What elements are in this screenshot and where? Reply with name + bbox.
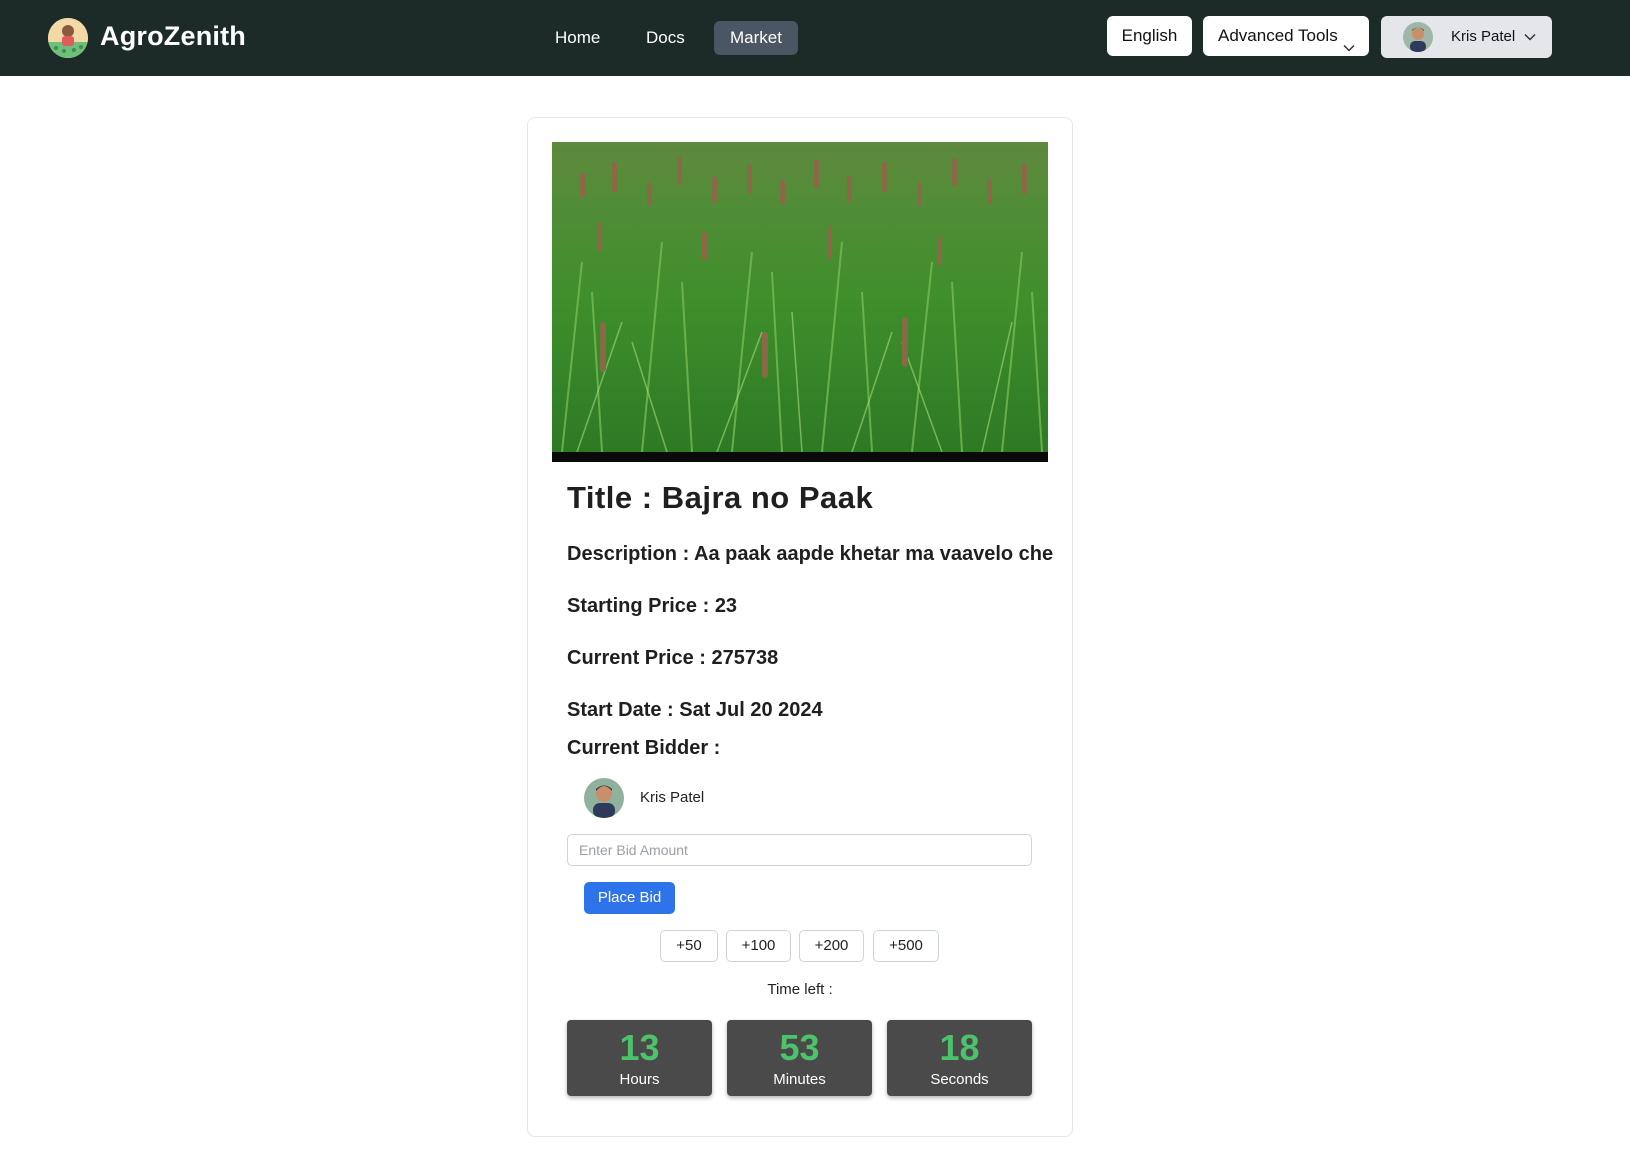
current-price: Current Price : 275738 bbox=[567, 647, 779, 669]
increment-200-button[interactable]: +200 bbox=[799, 930, 864, 962]
nav-docs[interactable]: Docs bbox=[630, 21, 701, 55]
crop-photo bbox=[552, 142, 1048, 462]
start-date: Start Date : Sat Jul 20 2024 bbox=[567, 699, 823, 721]
farmer-logo-icon[interactable] bbox=[48, 18, 88, 58]
advanced-tools-label: Advanced Tools bbox=[1218, 26, 1338, 45]
listing-description: Description : Aa paak aapde khetar ma va… bbox=[567, 543, 1054, 565]
minutes-label: Minutes bbox=[773, 1071, 826, 1088]
countdown-minutes: 53 Minutes bbox=[727, 1020, 872, 1096]
place-bid-button[interactable]: Place Bid bbox=[584, 882, 675, 914]
time-left-label: Time left : bbox=[767, 981, 833, 998]
starting-price: Starting Price : 23 bbox=[567, 595, 738, 617]
listing-title: Title : Bajra no Paak bbox=[567, 480, 874, 515]
minutes-value: 53 bbox=[779, 1027, 820, 1068]
chevron-down-icon bbox=[1524, 30, 1536, 48]
user-menu-button[interactable]: Kris Patel bbox=[1381, 16, 1552, 58]
brand-name[interactable]: AgroZenith bbox=[100, 21, 246, 52]
seconds-label: Seconds bbox=[930, 1071, 989, 1088]
nav-home[interactable]: Home bbox=[539, 21, 616, 55]
bidder-avatar-icon bbox=[584, 778, 624, 818]
user-avatar-icon bbox=[1403, 22, 1433, 52]
language-button[interactable]: English bbox=[1107, 16, 1192, 56]
top-navbar: AgroZenith Home Docs Market English Adva… bbox=[0, 0, 1630, 76]
advanced-tools-dropdown[interactable]: Advanced Tools bbox=[1203, 16, 1369, 56]
hours-label: Hours bbox=[619, 1071, 660, 1088]
current-bidder-label: Current Bidder : bbox=[567, 737, 721, 759]
chevron-down-icon bbox=[1343, 29, 1355, 69]
increment-500-button[interactable]: +500 bbox=[873, 930, 939, 962]
current-bidder-name: Kris Patel bbox=[640, 789, 705, 806]
increment-50-button[interactable]: +50 bbox=[660, 930, 718, 962]
bid-amount-input[interactable] bbox=[567, 834, 1032, 866]
countdown-hours: 13 Hours bbox=[567, 1020, 712, 1096]
nav-market[interactable]: Market bbox=[714, 21, 798, 55]
countdown-seconds: 18 Seconds bbox=[887, 1020, 1032, 1096]
seconds-value: 18 bbox=[939, 1027, 980, 1068]
user-name: Kris Patel bbox=[1451, 28, 1516, 45]
increment-100-button[interactable]: +100 bbox=[726, 930, 791, 962]
hours-value: 13 bbox=[619, 1027, 660, 1068]
